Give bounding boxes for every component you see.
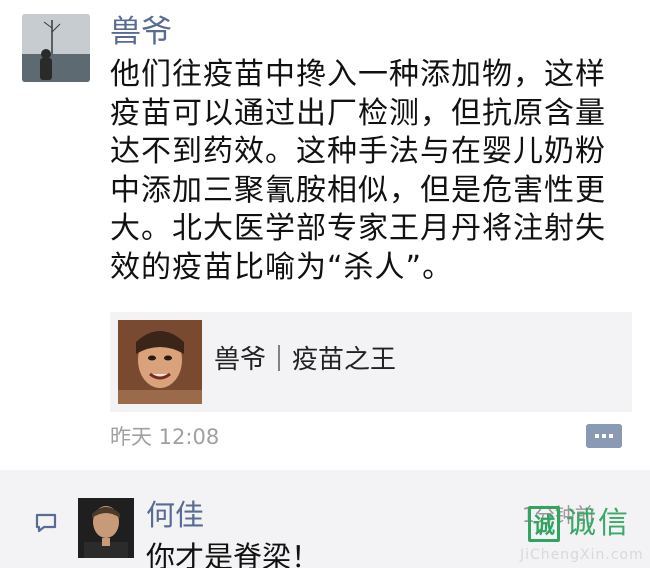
post-text-line: 疫苗可以通过出厂检测，但抗原含量 [110,95,606,131]
watermark-domain: JiChengXin.com [520,547,644,563]
avatar-photo [22,14,90,82]
post-text-line: 他们往疫苗中搀入一种添加物，这样 [110,57,606,92]
moments-post-screen: 兽爷 他们往疫苗中搀入一种添加物，这样 疫苗可以通过出厂检测，但抗原含量 达不到… [0,0,650,568]
thumbnail-photo [118,320,202,404]
site-watermark: 诚 诚信 JiChengXin.com [508,504,646,566]
comment-text: 你才是脊梁！ [146,540,321,568]
watermark-cn-text: 诚信 [566,506,630,541]
post-timestamp: 昨天 12:08 [110,425,220,449]
commenter-avatar[interactable] [78,498,134,558]
commenter-name[interactable]: 何佳 [146,496,204,534]
post-text-line: 中添加三聚氰胺相似，但是危害性更 [110,172,606,208]
more-dots-icon [586,424,622,448]
shared-article-card[interactable]: 兽爷｜疫苗之王 [110,312,632,412]
post-text-line: 大。北大医学部专家王月丹将注射失 [110,211,606,246]
post-text-line: 效的疫苗比喻为“杀人”。 [110,249,454,285]
author-name[interactable]: 兽爷 [110,12,172,52]
article-title: 兽爷｜疫苗之王 [214,345,397,375]
article-thumbnail [118,320,202,404]
author-avatar[interactable] [22,14,90,82]
post-text: 他们往疫苗中搀入一种添加物，这样 疫苗可以通过出厂检测，但抗原含量 达不到药效。… [110,56,635,287]
watermark-logo: 诚 [528,506,560,542]
commenter-photo [78,498,134,558]
comment-bubble-icon [34,512,58,538]
post-text-line: 达不到药效。这种手法与在婴儿奶粉 [110,134,606,169]
comment-button[interactable] [586,424,622,448]
